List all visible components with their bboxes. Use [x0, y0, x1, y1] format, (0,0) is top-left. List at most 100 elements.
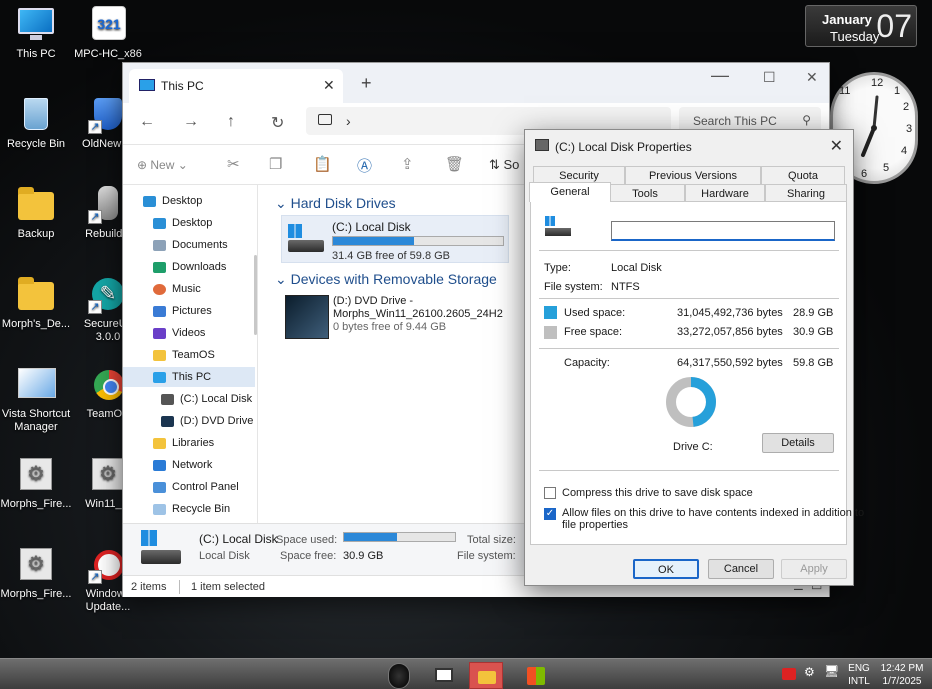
back-arrow-icon[interactable]: ← [139, 113, 155, 131]
copy-icon[interactable]: ❐ [269, 155, 282, 173]
taskbar-app-store-icon[interactable] [519, 662, 553, 689]
group-hard-disk-drives[interactable]: ⌄ Hard Disk Drives [275, 195, 396, 212]
sidebar-item-documents[interactable]: Documents [153, 235, 228, 255]
desktop-icon-label: Morph's_De... [1, 318, 71, 330]
close-tab-icon[interactable]: ✕ [323, 77, 335, 94]
calendar-gadget[interactable]: January Tuesday 07 [805, 5, 917, 47]
sidebar-item-music[interactable]: Music [153, 279, 201, 299]
sidebar-item-network[interactable]: Network [153, 455, 212, 475]
drive-c-tile[interactable]: (C:) Local Disk 31.4 GB free of 59.8 GB [281, 215, 509, 263]
details-space-used-label: Space used: [276, 534, 338, 546]
cut-icon[interactable]: ✂ [227, 155, 240, 173]
keyboard-layout: INTL [848, 676, 870, 687]
general-tab-panel: Type: Local Disk File system: NTFS Used … [530, 201, 864, 545]
new-button[interactable]: ⊕ New ⌄ [137, 158, 188, 172]
dvd-cover-icon[interactable] [285, 295, 329, 339]
ok-button[interactable]: OK [633, 559, 699, 579]
tray-alert-icon[interactable] [782, 668, 796, 680]
desktop-icon-vista-shortcut-manager[interactable]: Vista Shortcut Manager [0, 364, 72, 434]
download-icon [153, 261, 166, 273]
free-space-swatch [544, 326, 557, 339]
sidebar-item-desktop-root[interactable]: Desktop [143, 191, 202, 211]
tab-previous-versions[interactable]: Previous Versions [625, 166, 761, 184]
desktop-icon-backup[interactable]: Backup [0, 184, 72, 241]
desktop-icon-morphs-de[interactable]: Morph's_De... [0, 274, 72, 331]
sort-button[interactable]: ⇅ So [489, 157, 519, 173]
sidebar-item-this-pc[interactable]: This PC [123, 367, 255, 387]
sidebar-item-label: Recycle Bin [172, 503, 231, 515]
tray-network-icon[interactable]: 🖥 [824, 665, 839, 678]
libraries-icon [153, 437, 166, 449]
system-clock[interactable]: 12:42 PM 1/7/2025 [876, 662, 928, 688]
desktop-icon-morphs-fire-1[interactable]: ⚙ Morphs_Fire... [0, 454, 72, 511]
sidebar-item-label: This PC [172, 371, 212, 383]
sidebar-item-libraries[interactable]: Libraries [153, 433, 214, 453]
delete-icon[interactable]: 🗑 [445, 155, 464, 173]
taskbar-app-file-explorer-icon[interactable] [469, 662, 503, 689]
taskbar-app-mouse-icon[interactable] [382, 662, 416, 689]
free-space-bytes: 33,272,057,856 bytes [677, 326, 783, 338]
nav-scrollbar[interactable] [254, 255, 257, 335]
forward-arrow-icon[interactable]: → [183, 113, 199, 131]
clock-time: 12:42 PM [880, 663, 924, 674]
sidebar-item-dvd-drive[interactable]: (D:) DVD Drive [161, 411, 253, 431]
sidebar-item-recycle-bin[interactable]: Recycle Bin [153, 499, 230, 519]
apply-button[interactable]: Apply [781, 559, 847, 579]
rename-icon[interactable]: Ⓐ [357, 155, 372, 176]
group-removable-storage[interactable]: ⌄ Devices with Removable Storage [275, 271, 497, 288]
tab-quota[interactable]: Quota [761, 166, 845, 184]
calendar-weekday: Tuesday [830, 29, 880, 44]
clock-date: 1/7/2025 [882, 676, 922, 687]
folder-icon [16, 184, 56, 224]
tab-this-pc[interactable]: This PC ✕ [129, 69, 343, 103]
paste-icon[interactable]: 📋 [313, 155, 332, 173]
sort-label: So [503, 157, 520, 172]
documents-icon [153, 239, 166, 251]
tab-general[interactable]: General [529, 182, 611, 202]
desktop-icon-this-pc[interactable]: This PC [0, 4, 72, 61]
cancel-button[interactable]: Cancel [708, 559, 774, 579]
desktop-icon-recycle-bin[interactable]: Recycle Bin [0, 94, 72, 151]
properties-dialog[interactable]: (C:) Local Disk Properties ✕ Security Pr… [524, 129, 864, 586]
taskbar-app-window-icon[interactable] [427, 662, 461, 689]
windows-logo-icon [288, 224, 302, 238]
sidebar-item-videos[interactable]: Videos [153, 323, 205, 343]
network-icon [153, 459, 166, 471]
sidebar-item-teamos[interactable]: TeamOS [153, 345, 215, 365]
up-arrow-icon[interactable]: ↑ [227, 113, 235, 131]
desktop-icon-morphs-fire-2[interactable]: ⚙ Morphs_Fire... [0, 544, 72, 601]
sidebar-item-desktop[interactable]: Desktop [153, 213, 212, 233]
desktop-icon-mpc-hc[interactable]: 321 MPC-HC_x86 [72, 4, 144, 61]
language-indicator[interactable]: ENG INTL [846, 662, 872, 688]
index-label-line2: file properties [562, 519, 629, 531]
details-space-free-value: 30.9 GB [343, 550, 384, 562]
sidebar-item-control-panel[interactable]: Control Panel [153, 477, 239, 497]
maximize-button[interactable]: ☐ [763, 69, 776, 86]
sidebar-item-local-disk[interactable]: (C:) Local Disk [161, 389, 252, 409]
used-space-gb: 28.9 GB [793, 307, 834, 319]
tab-sharing[interactable]: Sharing [765, 184, 847, 202]
compress-checkbox[interactable] [544, 487, 556, 499]
tab-label: Hardware [701, 188, 749, 200]
drive-name-input[interactable] [611, 221, 835, 241]
chevron-right-icon[interactable]: › [346, 113, 351, 129]
minimize-button[interactable]: — [711, 65, 729, 86]
new-tab-button[interactable]: + [361, 73, 372, 94]
sidebar-item-pictures[interactable]: Pictures [153, 301, 212, 321]
refresh-icon[interactable]: ↻ [271, 113, 284, 133]
sidebar-item-label: Network [172, 459, 213, 471]
hard-drive-icon [139, 530, 183, 570]
close-icon[interactable]: ✕ [830, 136, 843, 156]
file-system-value: NTFS [611, 281, 640, 293]
tab-tools[interactable]: Tools [605, 184, 685, 202]
close-window-button[interactable]: ✕ [806, 69, 818, 86]
tray-settings-icon[interactable]: ⚙ [804, 666, 815, 679]
tab-hardware[interactable]: Hardware [685, 184, 765, 202]
index-checkbox[interactable]: ✓ [544, 508, 556, 520]
details-button[interactable]: Details [762, 433, 834, 453]
title-bar[interactable]: This PC ✕ + — ☐ ✕ [123, 63, 829, 103]
share-icon[interactable]: ⇪ [401, 155, 414, 173]
drive-d-tile[interactable]: (D:) DVD Drive - Morphs_Win11_26100.2605… [333, 295, 503, 334]
details-usage-bar [343, 532, 456, 542]
sidebar-item-downloads[interactable]: Downloads [153, 257, 226, 277]
